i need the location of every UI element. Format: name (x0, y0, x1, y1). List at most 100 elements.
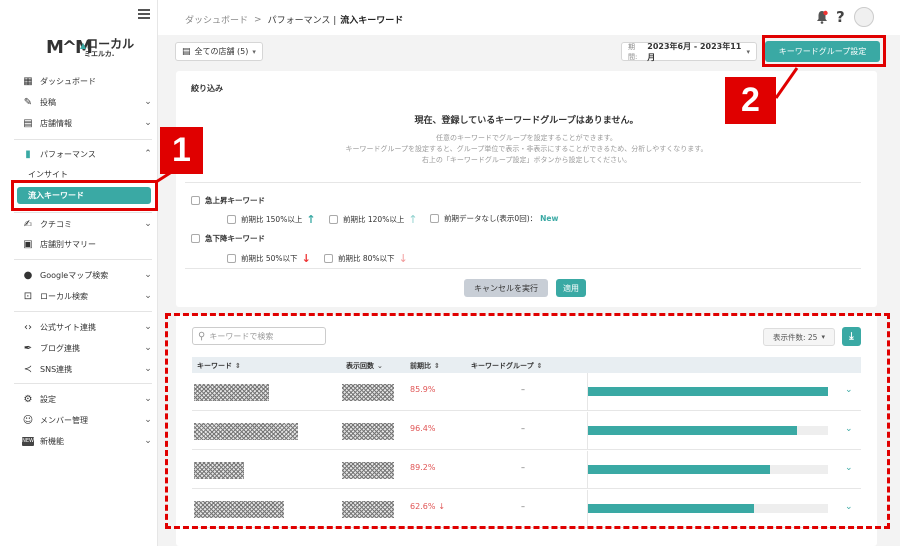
share-icon: ≺ (23, 363, 33, 375)
sidebar-item-posts[interactable]: ✎ 投稿 ⌄ (22, 94, 152, 110)
arrow-up-icon: ↑ (306, 213, 316, 226)
no-previous-data-label: 前期データなし(表示0回)： (444, 214, 538, 223)
arrow-down-icon: ↓ (301, 252, 311, 265)
sidebar-item-label: 投稿 (40, 97, 56, 107)
breadcrumb-separator: > (254, 14, 262, 25)
callout-1-badge: 1 (160, 127, 203, 174)
period-label: 期間: (628, 42, 638, 61)
sidebar-item-store-summary[interactable]: ▣ 店舗別サマリー (22, 236, 152, 252)
checkbox[interactable] (227, 215, 236, 224)
bar-chart-icon: ▮ (25, 148, 31, 160)
checkbox[interactable] (430, 214, 439, 223)
rising-120-filter[interactable]: 前期比 120%以上 ↑ (329, 213, 418, 226)
callout-1-highlight (11, 180, 158, 211)
sidebar-divider (14, 212, 152, 213)
chevron-down-icon: ⌄ (144, 118, 152, 128)
sidebar-item-label: ダッシュボード (40, 76, 96, 86)
store-icon: ▤ (182, 46, 191, 57)
checkbox[interactable] (191, 196, 200, 205)
sidebar-item-label: Googleマップ検索 (40, 270, 109, 280)
falling-50-filter[interactable]: 前期比 50%以下 ↓ (227, 252, 311, 265)
sidebar-item-label: 店舗情報 (40, 118, 72, 128)
dashboard-icon: ▦ (23, 75, 33, 87)
cancel-button[interactable]: キャンセルを実行 (464, 279, 548, 297)
sidebar-item-label: パフォーマンス (40, 149, 96, 159)
breadcrumb-current: 流入キーワード (340, 16, 404, 26)
sidebar-subitem-insight[interactable]: インサイト (28, 169, 68, 180)
chevron-down-icon: ⌄ (144, 219, 152, 229)
bell-icon[interactable] (816, 10, 828, 24)
new-tag: New (540, 214, 559, 223)
arrow-down-icon: ↓ (398, 252, 408, 265)
sidebar-item-new-features[interactable]: NEW 新機能 ⌄ (22, 433, 152, 449)
gear-icon: ⚙ (23, 393, 33, 405)
sidebar-item-label: クチコミ (40, 219, 72, 229)
sidebar-item-dashboard[interactable]: ▦ ダッシュボード (22, 73, 152, 89)
keyword-table-highlight (165, 313, 890, 529)
callout-2-badge: 2 (725, 77, 776, 124)
summary-icon: ▣ (23, 238, 33, 250)
sidebar-item-settings[interactable]: ⚙ 設定 ⌄ (22, 391, 152, 407)
breadcrumb-home[interactable]: ダッシュボード (185, 13, 248, 26)
user-gear-icon: ☺ (22, 414, 34, 426)
sidebar-item-website-link[interactable]: ‹› 公式サイト連携 ⌄ (22, 319, 152, 335)
sidebar-item-label: 公式サイト連携 (40, 322, 96, 332)
chevron-down-icon: ⌄ (144, 394, 152, 404)
hamburger-menu-icon[interactable] (138, 9, 150, 19)
sidebar-item-sns-link[interactable]: ≺ SNS連携 ⌄ (22, 361, 152, 377)
help-text-line: 任意のキーワードでグループを設定することができます。 (436, 134, 617, 142)
sidebar-divider (14, 259, 152, 260)
sidebar-item-google-maps-search[interactable]: ● Googleマップ検索 ⌄ (22, 267, 152, 283)
sidebar-item-blog-link[interactable]: ✒ ブログ連携 ⌄ (22, 340, 152, 356)
chevron-down-icon: ⌄ (144, 322, 152, 332)
sidebar-divider (14, 311, 152, 312)
help-text-line: 右上の「キーワードグループ設定」ボタンから設定してください。 (421, 156, 632, 164)
avatar[interactable] (854, 7, 874, 27)
falling-80-filter[interactable]: 前期比 80%以下 ↓ (324, 252, 408, 265)
rising-keyword-filter[interactable]: 急上昇キーワード (191, 195, 265, 206)
post-icon: ✎ (23, 96, 33, 108)
sidebar-item-label: メンバー管理 (40, 415, 88, 425)
sidebar-item-local-search[interactable]: ⊡ ローカル検索 ⌄ (22, 288, 152, 304)
sidebar-item-reviews[interactable]: ✍ クチコミ ⌄ (22, 216, 152, 232)
chevron-down-icon: ⌄ (144, 270, 152, 280)
falling-50-label: 前期比 50%以下 (241, 254, 298, 263)
chevron-down-icon: ⌄ (144, 291, 152, 301)
sidebar-item-store-info[interactable]: ▤ 店舗情報 ⌄ (22, 115, 152, 131)
period-select[interactable]: 期間: 2023年6月 - 2023年11月 ▾ (621, 42, 757, 62)
apply-button[interactable]: 適用 (556, 279, 586, 297)
rising-150-filter[interactable]: 前期比 150%以上 ↑ (227, 213, 316, 226)
sidebar-item-label: 新機能 (40, 436, 64, 446)
sidebar-divider (14, 139, 152, 140)
store-icon: ▤ (23, 117, 33, 129)
help-text-line: キーワードグループを設定すると、グループ単位で表示・非表示にすることができるため… (345, 145, 708, 153)
map-pin-icon: ● (23, 269, 33, 281)
sidebar-item-member-management[interactable]: ☺ メンバー管理 ⌄ (22, 412, 152, 428)
app-logo[interactable]: M^M ▲ローカル ミエルカ. (46, 35, 136, 59)
checkbox[interactable] (227, 254, 236, 263)
checkbox[interactable] (329, 215, 338, 224)
chevron-down-icon: ⌄ (144, 415, 152, 425)
topbar: ダッシュボード > パフォーマンス | 流入キーワード ? (158, 0, 900, 35)
pen-icon: ✒ (23, 342, 33, 354)
chevron-down-icon: ⌄ (144, 97, 152, 107)
breadcrumb-performance: パフォーマンス | (267, 16, 337, 26)
checkbox[interactable] (191, 234, 200, 243)
no-previous-data-filter[interactable]: 前期データなし(表示0回)： New (430, 213, 558, 224)
sidebar-item-label: ブログ連携 (40, 343, 80, 353)
sidebar-item-performance[interactable]: ▮ パフォーマンス ⌃ (22, 146, 152, 162)
help-icon[interactable]: ? (836, 8, 845, 26)
rising-150-label: 前期比 150%以上 (241, 215, 303, 224)
sidebar-item-label: 店舗別サマリー (40, 239, 96, 249)
store-select[interactable]: ▤ 全ての店舗 (5) ▾ (175, 42, 263, 61)
falling-80-label: 前期比 80%以下 (338, 254, 395, 263)
breadcrumb: ダッシュボード > パフォーマンス | 流入キーワード (185, 13, 404, 27)
divider (185, 268, 861, 269)
sidebar-item-label: ローカル検索 (40, 291, 88, 301)
sidebar-item-label: SNS連携 (40, 364, 73, 374)
rising-120-label: 前期比 120%以上 (343, 215, 405, 224)
checkbox[interactable] (324, 254, 333, 263)
falling-keyword-filter[interactable]: 急下降キーワード (191, 233, 265, 244)
arrow-up-icon: ↑ (408, 213, 418, 226)
callout-2-highlight (762, 35, 886, 67)
